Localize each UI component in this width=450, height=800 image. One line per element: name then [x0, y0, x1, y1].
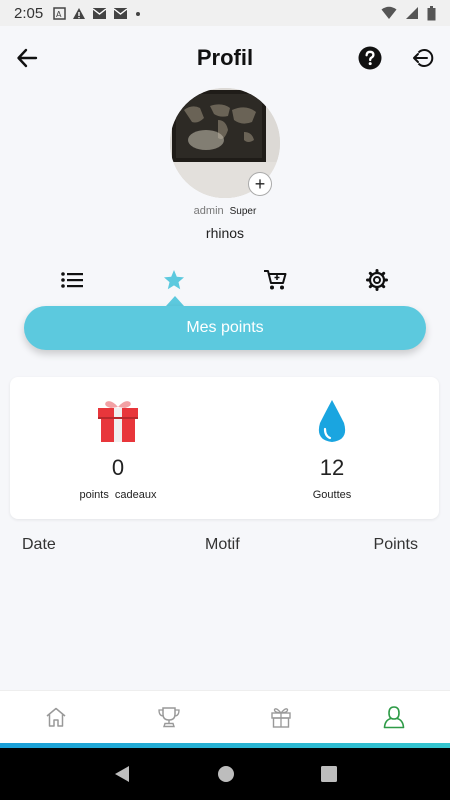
- column-motif: Motif: [205, 536, 240, 553]
- dot-icon: [136, 11, 141, 16]
- help-button[interactable]: [358, 46, 382, 70]
- status-bar: 2:05 A: [0, 0, 450, 26]
- column-points: Points: [373, 536, 418, 553]
- mail-icon: [113, 7, 128, 19]
- gear-icon: [366, 269, 388, 291]
- arrow-left-icon: [17, 48, 38, 68]
- nav-home[interactable]: [0, 691, 113, 743]
- mail-icon: [92, 7, 107, 19]
- nav-gifts[interactable]: [225, 691, 338, 743]
- tab-list[interactable]: [52, 262, 92, 298]
- user-role: admin: [193, 205, 224, 217]
- back-triangle-icon: [115, 766, 129, 782]
- drops-label: Gouttes: [312, 489, 352, 501]
- logout-button[interactable]: [412, 47, 434, 69]
- trophy-icon: [158, 707, 180, 728]
- role-badge: Super: [229, 206, 257, 217]
- gift-icon: [271, 708, 291, 728]
- logout-icon: [413, 49, 434, 67]
- app-bar: Profil: [0, 26, 450, 90]
- section-header: Mes points: [24, 306, 426, 350]
- drops-value: 12: [319, 455, 345, 480]
- nav-trophy[interactable]: [113, 691, 226, 743]
- profile-avatar-container: +: [170, 88, 280, 198]
- profile-tabs: [0, 262, 450, 298]
- tab-cart[interactable]: [255, 262, 295, 298]
- recents-square-icon: [321, 766, 337, 782]
- active-tab-pointer: [166, 296, 184, 306]
- battery-icon: [427, 5, 436, 20]
- user-icon: [383, 706, 405, 729]
- gift-points-value: 0: [111, 455, 125, 480]
- drops-stat: 12 Gouttes: [232, 377, 432, 519]
- tab-points[interactable]: [154, 262, 194, 298]
- star-icon: [164, 270, 184, 290]
- system-back-button[interactable]: [113, 764, 131, 784]
- cart-icon: [264, 270, 287, 290]
- back-button[interactable]: [16, 47, 38, 69]
- status-notification-icons: A: [53, 6, 142, 20]
- status-time: 2:05: [14, 4, 44, 22]
- column-date: Date: [22, 536, 56, 553]
- gift-points-label: points cadeaux: [79, 489, 157, 501]
- tab-settings[interactable]: [357, 262, 397, 298]
- system-home-button[interactable]: [217, 765, 235, 783]
- wifi-icon: [381, 6, 397, 19]
- points-card: 0 points cadeaux 12 Gouttes: [10, 377, 439, 519]
- warning-icon: [73, 7, 86, 19]
- system-navigation-bar: [0, 748, 450, 800]
- signal-icon: [406, 7, 418, 19]
- list-icon: [61, 272, 83, 288]
- user-role-line: admin Super: [0, 205, 450, 217]
- bottom-navigation: [0, 690, 450, 743]
- add-photo-button[interactable]: +: [248, 172, 272, 196]
- svg-text:A: A: [56, 10, 62, 19]
- gift-points-stat: 0 points cadeaux: [18, 377, 218, 519]
- sim-icon: A: [53, 6, 66, 20]
- system-recents-button[interactable]: [321, 766, 337, 782]
- water-drop-icon: [318, 400, 346, 442]
- status-system-icons: [381, 5, 436, 21]
- user-name: rhinos: [205, 225, 245, 241]
- home-icon: [46, 707, 66, 727]
- home-circle-icon: [218, 766, 234, 782]
- help-circle-icon: [358, 46, 382, 70]
- gift-icon: [98, 401, 138, 442]
- nav-profile[interactable]: [338, 691, 450, 743]
